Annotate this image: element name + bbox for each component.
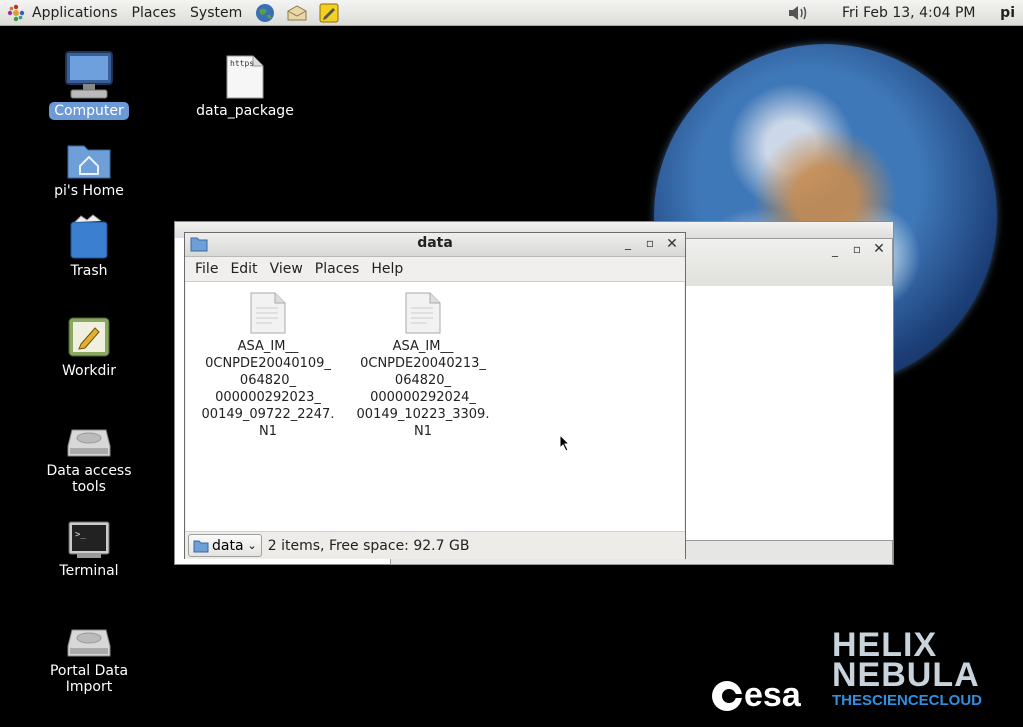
folder-icon [193, 540, 209, 552]
helix-logo-line2: NEBULA [832, 656, 980, 694]
desktop-icon-label: pi's Home [54, 183, 124, 199]
desktop-icon-workdir[interactable]: Workdir [29, 308, 149, 380]
menu-view[interactable]: View [264, 261, 309, 277]
close-icon[interactable]: ✕ [665, 236, 679, 252]
notes-launcher[interactable] [318, 2, 340, 24]
esa-logo-text: esa [744, 676, 801, 714]
desktop-icon-label: Data access tools [46, 463, 132, 495]
desktop-icon-label: Trash [70, 263, 108, 279]
desktop-icon-data-access-tools[interactable]: Data access tools [29, 408, 149, 496]
desktop-icon-home[interactable]: pi's Home [29, 128, 149, 200]
window-titlebar[interactable]: data _ ▫ ✕ [185, 233, 685, 257]
location-dropdown[interactable]: data ⌄ [188, 534, 262, 557]
desktop-icon-label: Workdir [62, 363, 116, 379]
document-icon [250, 292, 286, 334]
desktop-icon-label: Portal Data Import [49, 663, 129, 695]
file-item[interactable]: ASA_IM__ 0CNPDE20040213_ 064820_ 0000002… [353, 292, 493, 440]
notepad-icon [319, 3, 339, 22]
volume-control[interactable] [786, 2, 810, 24]
file-view[interactable]: ASA_IM__ 0CNPDE20040109_ 064820_ 0000002… [186, 282, 684, 531]
helix-logo-tagline: THESCIENCECLOUD [832, 692, 983, 709]
home-folder-icon [67, 145, 111, 179]
chevron-down-icon: ⌄ [247, 539, 257, 552]
desktop-icon-label: data_package [196, 103, 294, 119]
esa-mark-icon [712, 680, 743, 711]
applications-menu[interactable]: Applications [0, 0, 125, 26]
location-label: data [212, 537, 244, 554]
terminal-icon: >_ [68, 521, 110, 558]
desktop-icon-label: Computer [49, 102, 129, 120]
close-icon[interactable]: ✕ [872, 241, 886, 257]
menu-places[interactable]: Places [309, 261, 366, 277]
file-browser-window[interactable]: data _ ▫ ✕ File Edit View Places Help AS… [184, 232, 686, 559]
clock[interactable]: Fri Feb 13, 4:04 PM [842, 0, 976, 26]
user-menu[interactable]: pi [1000, 0, 1015, 26]
places-menu[interactable]: Places [125, 0, 184, 26]
menu-file[interactable]: File [189, 261, 224, 277]
document-icon [405, 292, 441, 334]
drive-icon [67, 629, 111, 657]
globe-icon [256, 3, 275, 22]
system-menu[interactable]: System [183, 0, 249, 26]
window-title: data [417, 235, 453, 251]
drive-icon [67, 429, 111, 457]
speaker-icon [789, 6, 807, 20]
maximize-icon[interactable]: ▫ [643, 236, 657, 250]
web-browser-launcher[interactable] [254, 2, 276, 24]
status-text: 2 items, Free space: 92.7 GB [267, 537, 470, 554]
file-item[interactable]: ASA_IM__ 0CNPDE20040109_ 064820_ 0000002… [198, 292, 338, 440]
workdir-icon [68, 317, 110, 357]
file-name: ASA_IM__ 0CNPDE20040109_ 064820_ 0000002… [201, 339, 335, 439]
desktop-icon-terminal[interactable]: >_ Terminal [29, 508, 149, 580]
top-panel: Applications Places System Fri Feb 13, 4… [0, 0, 1023, 26]
svg-text:>_: >_ [75, 530, 86, 540]
desktop-icon-computer[interactable]: Computer [29, 48, 149, 120]
statusbar: data ⌄ 2 items, Free space: 92.7 GB [185, 531, 685, 559]
second-window-titlebar[interactable]: _ ▫ ✕ [685, 238, 893, 286]
menu-help[interactable]: Help [365, 261, 409, 277]
helix-nebula-logo: HELIX NEBULA THESCIENCECLOUD [832, 628, 1002, 709]
maximize-icon[interactable]: ▫ [850, 242, 864, 256]
mail-launcher[interactable] [286, 2, 308, 24]
file-name: ASA_IM__ 0CNPDE20040213_ 064820_ 0000002… [356, 339, 490, 439]
file-icon-text: https [230, 59, 254, 68]
menu-edit[interactable]: Edit [224, 261, 263, 277]
minimize-icon[interactable]: _ [828, 243, 842, 257]
desktop-icon-data-package[interactable]: https data_package [185, 48, 305, 120]
desktop-icon-portal-data-import[interactable]: Portal Data Import [29, 608, 149, 696]
desktop-icon-trash[interactable]: Trash [29, 208, 149, 280]
computer-icon [65, 51, 113, 99]
trash-icon [70, 214, 108, 259]
gnome-foot-icon [7, 4, 25, 21]
minimize-icon[interactable]: _ [621, 236, 635, 250]
menubar: File Edit View Places Help [185, 257, 685, 282]
mail-icon [287, 4, 307, 20]
mouse-cursor-icon [559, 434, 571, 452]
file-icon: https [226, 55, 264, 99]
esa-logo: esa [710, 676, 801, 715]
applications-menu-label: Applications [32, 4, 118, 21]
desktop-icon-label: Terminal [59, 563, 119, 579]
